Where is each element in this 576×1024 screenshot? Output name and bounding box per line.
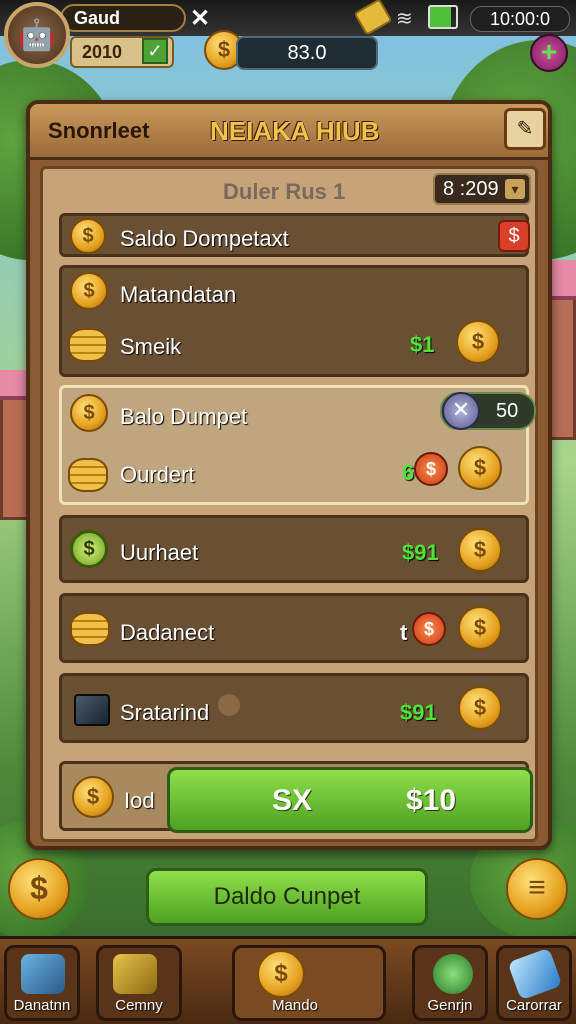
row-value: $91	[400, 700, 437, 725]
nav-item-1[interactable]: Cemny	[96, 945, 182, 1021]
multiplier-badge[interactable]: ✕ 50	[440, 392, 536, 430]
nav-label: Cemny	[115, 997, 163, 1014]
check-icon[interactable]: ✓	[142, 38, 168, 64]
nav-item-0[interactable]: Danatnn	[4, 945, 80, 1021]
player-name: Gaud	[60, 4, 186, 32]
buy-coin-button[interactable]: $	[456, 320, 500, 364]
coin-icon: $	[70, 218, 106, 254]
purchase-button-left: SX	[272, 784, 313, 817]
row-label: Smeik	[120, 334, 182, 359]
row-value: 6	[402, 460, 415, 485]
nav-label: Genrjn	[427, 997, 473, 1014]
edit-icon[interactable]: ✎	[504, 108, 546, 150]
timer-text: 8 :209	[443, 178, 499, 200]
coin-shop-button[interactable]: $	[8, 858, 70, 920]
board-tab[interactable]: Snonrleet	[48, 118, 149, 144]
row-label: Sratarind	[120, 700, 210, 725]
row-value: $1	[410, 332, 435, 357]
buy-coin-button[interactable]: $	[458, 686, 502, 730]
magnifier-coin-icon: $	[70, 530, 108, 568]
coin-balance: 83.0	[236, 36, 378, 70]
chevron-down-icon: ▾	[505, 179, 525, 199]
battery-icon	[428, 5, 458, 29]
list-item[interactable]: $ Uurhaet $91 $	[59, 515, 529, 583]
red-coin-icon: $	[414, 452, 448, 486]
row-value: $91	[402, 540, 439, 565]
list-item[interactable]: $ Saldo Dompetaxt $	[59, 213, 530, 257]
wifi-icon: ≋	[396, 8, 413, 30]
buy-coin-button[interactable]: $	[458, 446, 502, 490]
shop-board: Snonrleet NEIAKA HIUB ✎ Duler Rus 1 8 :2…	[26, 100, 552, 850]
buy-coin-button[interactable]: $	[458, 528, 502, 572]
buy-coin-button[interactable]: $	[458, 606, 502, 650]
row-label: Dadanect	[120, 620, 215, 645]
close-icon[interactable]: ✕	[190, 4, 210, 33]
character-icon	[113, 954, 157, 994]
row-label: Ourdert	[120, 462, 195, 487]
red-coin-icon: $	[412, 612, 446, 646]
row-label: Matandatan	[120, 282, 237, 307]
board-content: Duler Rus 1 8 :209 ▾ $ Saldo Dompetaxt $…	[40, 166, 538, 842]
coin-stack-icon	[68, 328, 108, 362]
treasure-box-icon	[74, 694, 110, 726]
purchase-button-price: $10	[406, 784, 457, 817]
list-item[interactable]: Dadanect t $ $	[59, 593, 529, 663]
indicator-dot	[218, 694, 240, 716]
nav-item-2[interactable]: $ Mando	[232, 945, 386, 1021]
clock: 10:00:0	[470, 6, 570, 32]
wallet-icon	[21, 954, 65, 994]
dollar-badge-icon[interactable]: $	[498, 220, 530, 252]
menu-icon[interactable]: ≡	[506, 858, 568, 920]
coin-icon: $	[70, 394, 108, 432]
globe-icon	[433, 954, 473, 994]
coin-icon: $	[257, 950, 305, 998]
multiplier-value: 50	[496, 400, 519, 422]
nav-item-4[interactable]: Carorrar	[496, 945, 572, 1021]
board-header: Snonrleet NEIAKA HIUB ✎	[30, 104, 548, 160]
nav-label: Mando	[272, 997, 318, 1014]
row-label: Saldo Dompetaxt	[120, 226, 289, 251]
row-label: Balo Dumpet	[120, 404, 248, 429]
coin-icon: $	[70, 272, 108, 310]
board-title: NEIAKA HIUB	[210, 116, 380, 146]
row-value: t	[400, 620, 408, 645]
wallet-button[interactable]: Daldo Cunpet	[146, 868, 428, 926]
crossed-swords-icon: ✕	[442, 392, 480, 430]
nav-label: Carorrar	[506, 997, 562, 1014]
nav-label: Danatnn	[13, 997, 71, 1014]
bottom-nav: Danatnn Cemny $ Mando Genrjn Carorrar	[0, 936, 576, 1024]
nav-item-3[interactable]: Genrjn	[412, 945, 488, 1021]
coin-stack-icon	[68, 458, 108, 492]
coin-stack-icon	[70, 612, 110, 646]
row-label: Uurhaet	[120, 540, 199, 565]
ticket-icon	[507, 947, 563, 1001]
list-item-group: $ Matandatan Smeik $1 $	[59, 265, 529, 377]
list-item[interactable]: Sratarind $91 $	[59, 673, 529, 743]
coin-icon: $	[72, 776, 114, 818]
player-avatar[interactable]: 🤖	[4, 2, 70, 68]
list-item-group-selected[interactable]: $ Balo Dumpet ✕ 50 Ourdert 6 $ $	[59, 385, 536, 505]
board-subtitle: Duler Rus 1	[223, 179, 346, 204]
row-label: Iod	[124, 788, 155, 813]
timer-badge[interactable]: 8 :209 ▾	[433, 173, 531, 205]
purchase-button[interactable]: SX $10	[167, 767, 533, 833]
add-currency-button[interactable]: +	[530, 34, 568, 72]
